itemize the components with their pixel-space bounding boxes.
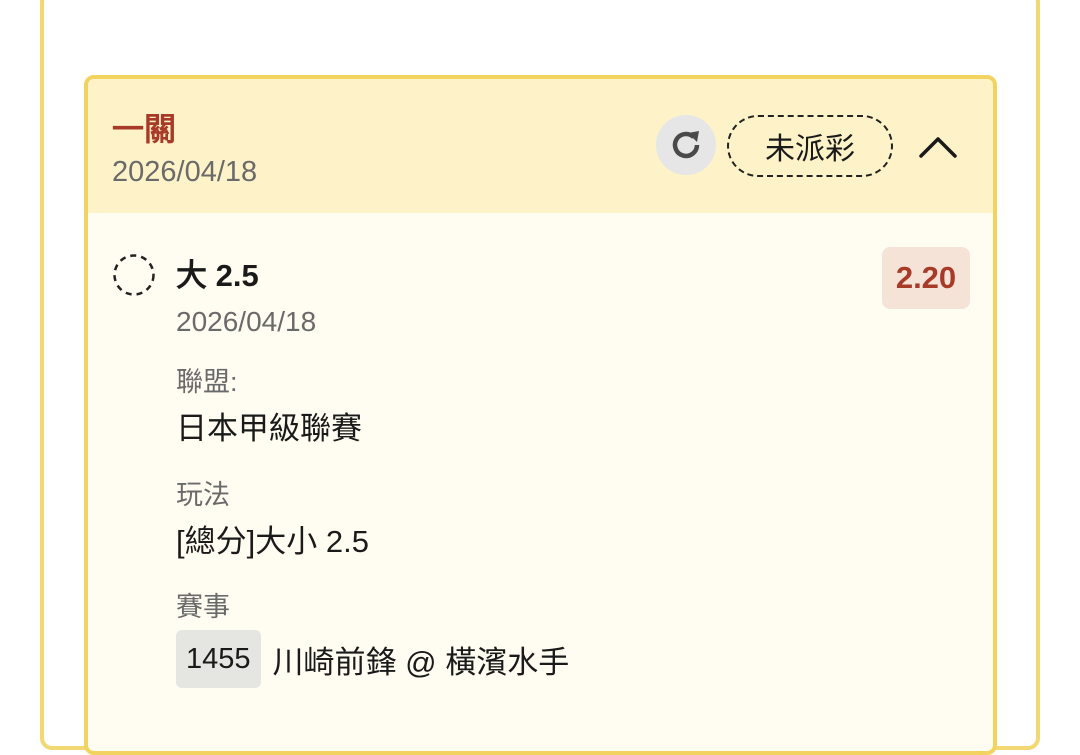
card-header[interactable]: 一關 2026/04/18 未派彩: [88, 79, 993, 213]
selection-name: 大 2.5: [176, 258, 259, 293]
match-id-badge: 1455: [176, 630, 261, 688]
league-label: 聯盟:: [176, 367, 238, 397]
bet-card: 一關 2026/04/18 未派彩 大 2.5 2026/04/18 2.20 …: [84, 75, 997, 755]
collapse-button[interactable]: [914, 123, 962, 171]
play-type-value: [總分]大小 2.5: [176, 524, 369, 559]
play-type-label: 玩法: [176, 480, 230, 510]
dashed-circle-icon[interactable]: [112, 253, 156, 297]
match-label: 賽事: [176, 592, 230, 622]
bet-date: 2026/04/18: [112, 156, 258, 188]
match-teams: 川崎前鋒 @ 橫濱水手: [272, 644, 570, 680]
league-value: 日本甲級聯賽: [176, 411, 362, 446]
refresh-icon: [672, 131, 700, 159]
chevron-up-icon: [919, 137, 957, 158]
refresh-button[interactable]: [656, 115, 716, 175]
selection-date: 2026/04/18: [176, 306, 317, 337]
match-row: 1455 川崎前鋒 @ 橫濱水手: [176, 629, 569, 689]
odds-badge: 2.20: [882, 247, 970, 309]
bet-type-title: 一關: [112, 111, 177, 147]
payout-status-badge: 未派彩: [727, 115, 893, 177]
